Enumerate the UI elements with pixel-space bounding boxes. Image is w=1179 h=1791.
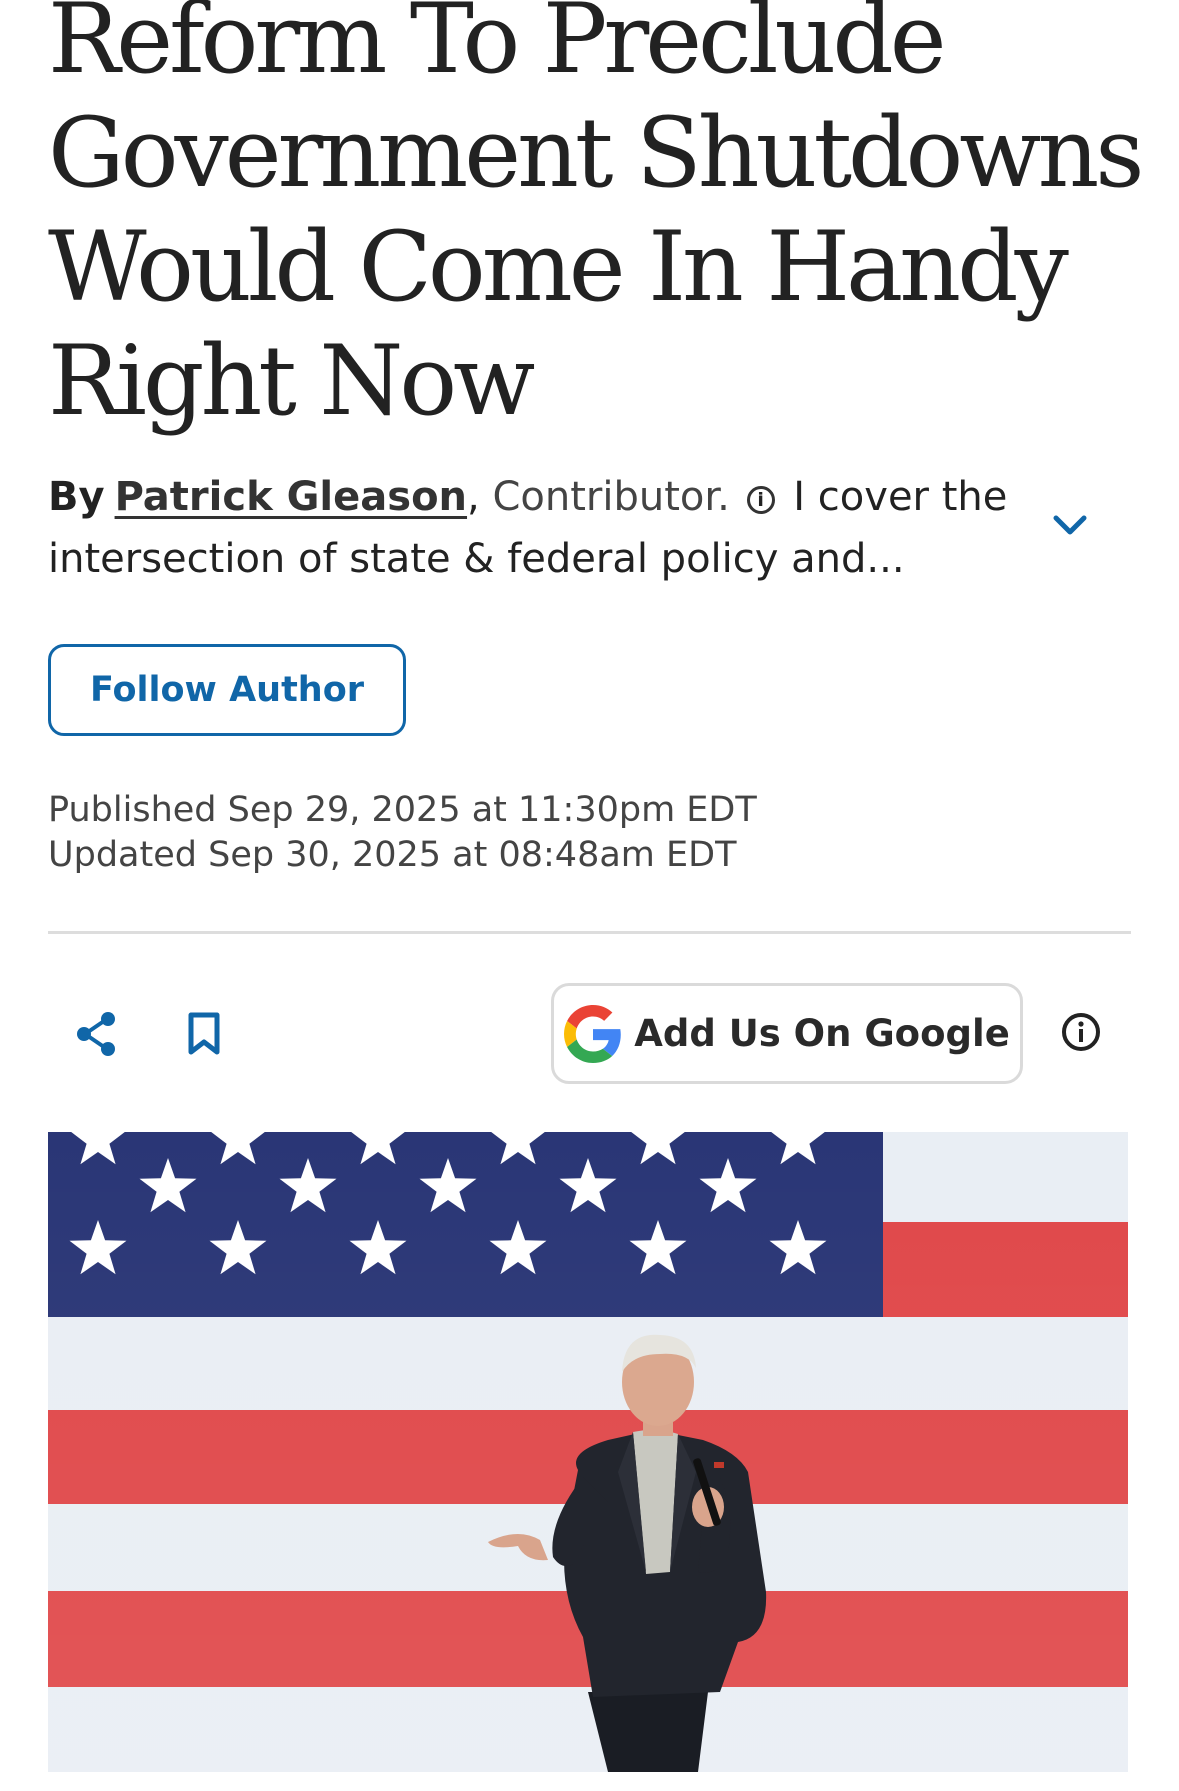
divider (48, 931, 1131, 934)
info-icon[interactable]: i (746, 486, 775, 514)
google-button-label: Add Us On Google (634, 1012, 1010, 1055)
byline-prefix: By (48, 474, 105, 520)
byline-comma: , (467, 474, 480, 520)
headline-line: Would Come In Handy (48, 211, 1069, 323)
headline-line: Government Shutdowns (48, 97, 1145, 209)
follow-author-button[interactable]: Follow Author (48, 644, 406, 736)
chevron-down-icon[interactable] (1050, 510, 1090, 540)
updated-date: Updated Sep 30, 2025 at 08:48am EDT (48, 835, 737, 875)
share-button[interactable] (66, 1004, 126, 1064)
published-date: Published Sep 29, 2025 at 11:30pm EDT (48, 790, 757, 830)
headline-line: Right Now (48, 325, 535, 437)
headline-line: Reform To Preclude (48, 0, 947, 95)
share-icon (77, 1012, 115, 1056)
author-link[interactable]: Patrick Gleason (115, 474, 467, 520)
info-button[interactable] (1051, 1002, 1111, 1062)
article-headline: Reform To Preclude Government Shutdowns … (48, 0, 1145, 438)
add-us-on-google-button[interactable]: Add Us On Google (551, 983, 1023, 1084)
bookmark-button[interactable] (174, 1004, 234, 1064)
google-logo-icon (564, 1004, 621, 1063)
info-icon (1062, 1013, 1100, 1051)
byline: By Patrick Gleason, Contributor. i I cove… (48, 466, 1008, 590)
article-dates: Published Sep 29, 2025 at 11:30pm EDT Up… (48, 788, 757, 878)
bookmark-icon (188, 1012, 220, 1055)
article-page: Reform To Preclude Government Shutdowns … (0, 0, 1179, 1791)
author-role: Contributor. (492, 474, 730, 520)
article-hero-image (48, 1132, 1128, 1772)
